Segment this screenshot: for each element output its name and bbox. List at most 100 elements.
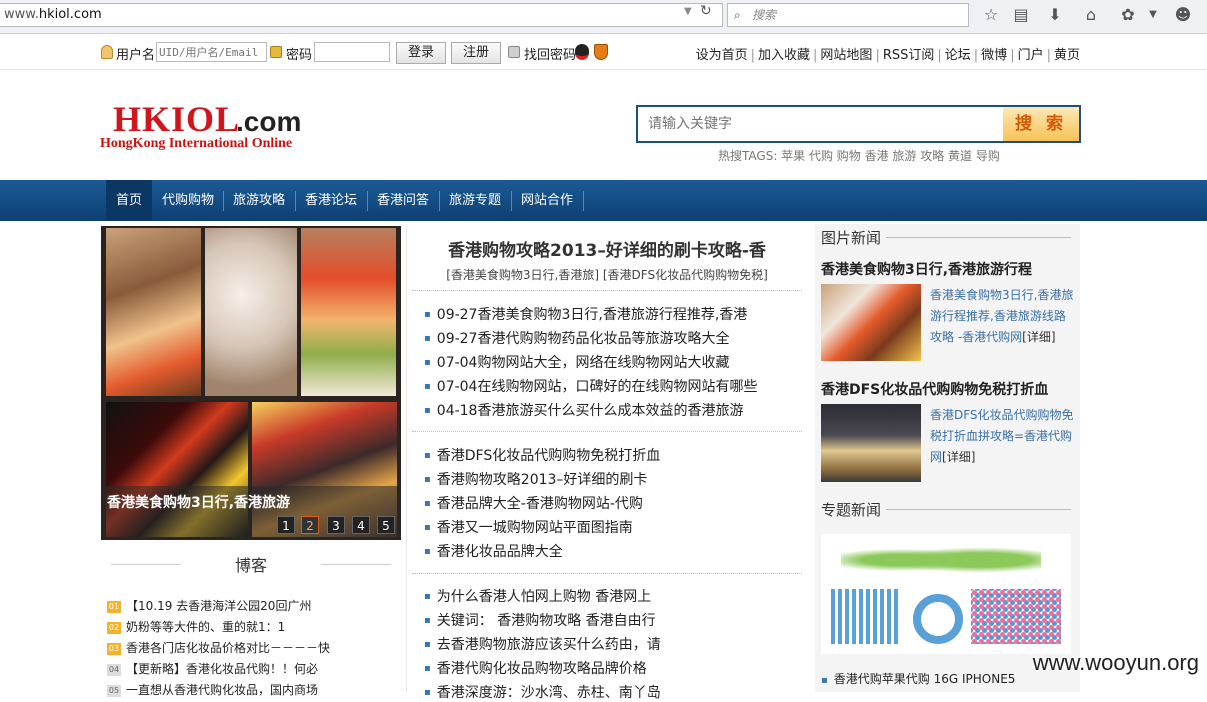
link-add-favorite[interactable]: 加入收藏 — [758, 48, 810, 63]
blog-item-text: 【更新略】香港化妆品代购！！何必 — [126, 662, 319, 676]
slide-page-2[interactable]: 2 — [301, 516, 319, 534]
headline-related-links[interactable]: [香港美食购物3日行,香港旅] [香港DFS化妆品代购购物免税] — [412, 266, 802, 283]
site-search: 搜 索 — [636, 105, 1081, 143]
blog-item[interactable]: 01 【10.19 去香港海洋公园20回广州 — [107, 597, 311, 614]
divider — [412, 290, 802, 291]
nav-item-cooperation[interactable]: 网站合作 — [515, 180, 579, 221]
blog-item-text: 奶粉等等大件的、重的就1：1 — [126, 620, 286, 634]
password-input[interactable] — [314, 42, 390, 62]
nav-divider — [223, 191, 224, 211]
blog-item[interactable]: 05 一直想从香港代购化妆品，国内商场 — [107, 681, 318, 698]
login-bar: 用户名 密码 登录 注册 找回密码 设为首页|加入收藏|网站地图|RSS订阅|论… — [0, 36, 1207, 70]
topic-news-item[interactable]: 香港代购苹果代购 16G IPHONE5 — [821, 670, 1016, 687]
topic-infographic[interactable] — [821, 534, 1071, 654]
link-portal[interactable]: 门户 — [1018, 48, 1044, 63]
chat-icon[interactable]: ☻ — [1173, 5, 1193, 25]
news-list-item[interactable]: 04-18香港旅游买什么买什么成本效益的香港旅游 — [424, 400, 744, 420]
slide-page-1[interactable]: 1 — [277, 516, 295, 534]
login-button[interactable]: 登录 — [396, 42, 446, 64]
link-set-homepage[interactable]: 设为首页 — [696, 48, 748, 63]
hot-tags[interactable]: 热搜TAGS: 苹果 代购 购物 香港 旅游 攻略 黄道 导购 — [718, 147, 1000, 164]
slide-page-4[interactable]: 4 — [352, 516, 370, 534]
nav-item-qa[interactable]: 香港问答 — [371, 180, 435, 221]
menu-dropdown-icon[interactable]: ▼ — [1143, 5, 1163, 25]
bookmark-star-icon[interactable]: ☆ — [981, 5, 1001, 25]
reload-icon[interactable]: ↻ — [700, 3, 712, 19]
browser-toolbar: www.hkiol.com ▼ ↻ ⌕ 搜索 ☆ ▤ ⬇ ⌂ ✿ ▼ ☻ — [0, 0, 1207, 34]
link-rss[interactable]: RSS订阅 — [883, 48, 935, 63]
photo-news-thumb-2[interactable] — [821, 404, 921, 482]
photo-news-summary-2[interactable]: 香港DFS化妆品代购购物免税打折血拼攻略=香港代购网[详细] — [930, 405, 1075, 468]
blog-rank-badge: 02 — [107, 622, 121, 634]
divider — [412, 573, 802, 574]
detail-link[interactable]: [详细] — [1022, 330, 1055, 344]
section-rule — [886, 237, 1071, 238]
news-list-item[interactable]: 去香港购物旅游应该买什么药由，请 — [424, 634, 661, 654]
addon-icon[interactable]: ✿ — [1118, 5, 1138, 25]
link-forum[interactable]: 论坛 — [945, 48, 971, 63]
source-watermark: www.wooyun.org — [1032, 650, 1199, 675]
news-list-item[interactable]: 09-27香港代购购物药品化妆品等旅游攻略大全 — [424, 328, 730, 348]
blog-rank-badge: 05 — [107, 685, 121, 697]
nav-item-home[interactable]: 首页 — [106, 180, 152, 221]
topic-news-title: 专题新闻 — [821, 501, 882, 519]
user-icon — [101, 45, 113, 59]
home-icon[interactable]: ⌂ — [1081, 5, 1101, 25]
blog-item[interactable]: 02 奶粉等等大件的、重的就1：1 — [107, 618, 285, 635]
blog-item-text: 【10.19 去香港海洋公园20回广州 — [126, 599, 312, 613]
link-sitemap[interactable]: 网站地图 — [820, 48, 872, 63]
url-history-dropdown-icon[interactable]: ▼ — [684, 6, 692, 17]
photo-dessert — [106, 228, 201, 396]
nav-divider — [439, 191, 440, 211]
site-search-button[interactable]: 搜 索 — [1003, 107, 1079, 141]
blog-rank-badge: 04 — [107, 664, 121, 676]
news-list-item[interactable]: 香港代购化妆品购物攻略品牌价格 — [424, 658, 647, 678]
logo-suffix: .com — [236, 106, 302, 137]
photo-news-thumb-1[interactable] — [821, 284, 921, 361]
qq-login-icon[interactable] — [575, 44, 589, 60]
recover-password-link[interactable]: 找回密码 — [524, 44, 576, 63]
blog-rank-badge: 03 — [107, 643, 121, 655]
news-list-item[interactable]: 07-04在线购物网站，口碑好的在线购物网站有哪些 — [424, 376, 758, 396]
site-search-input[interactable] — [638, 107, 1004, 141]
browser-search-input[interactable]: ⌕ 搜索 — [727, 3, 969, 27]
address-bar[interactable]: www.hkiol.com — [0, 3, 723, 27]
news-list-item[interactable]: 香港DFS化妆品代购购物免税打折血 — [424, 445, 660, 465]
news-list-item[interactable]: 关键词： 香港购物攻略 香港自由行 — [424, 610, 656, 630]
nav-item-proxy-shopping[interactable]: 代购购物 — [156, 180, 220, 221]
news-list-item[interactable]: 07-04购物网站大全，网络在线购物网站大收藏 — [424, 352, 730, 372]
news-list-item[interactable]: 香港品牌大全-香港购物网站-代购 — [424, 493, 643, 513]
link-yellow-pages[interactable]: 黄页 — [1054, 48, 1080, 63]
link-weibo[interactable]: 微博 — [981, 48, 1007, 63]
news-list-item[interactable]: 香港购物攻略2013–好详细的刷卡 — [424, 469, 648, 489]
logo-subtitle: HongKong International Online — [100, 136, 293, 151]
security-shield-icon[interactable] — [594, 44, 608, 60]
photo-news-headline-2[interactable]: 香港DFS化妆品代购购物免税打折血 — [821, 379, 1048, 399]
register-button[interactable]: 注册 — [451, 42, 501, 64]
blog-item[interactable]: 04 【更新略】香港化妆品代购！！何必 — [107, 660, 318, 677]
slide-page-5[interactable]: 5 — [377, 516, 395, 534]
nav-item-travel-guide[interactable]: 旅游攻略 — [227, 180, 291, 221]
news-list-item[interactable]: 香港深度游：沙水湾、赤柱、南丫岛 — [424, 682, 661, 702]
news-list-item[interactable]: 香港化妆品品牌大全 — [424, 541, 563, 561]
main-nav: 首页 代购购物 旅游攻略 香港论坛 香港问答 旅游专题 网站合作 — [0, 180, 1207, 221]
slide-page-3[interactable]: 3 — [327, 516, 345, 534]
headline-link[interactable]: 香港购物攻略2013–好详细的刷卡攻略-香 — [412, 236, 802, 261]
username-input[interactable] — [156, 42, 267, 62]
news-list-item[interactable]: 为什么香港人怕网上购物 香港网上 — [424, 586, 651, 606]
site-logo[interactable]: HKIOL .com HongKong International Online — [100, 98, 315, 158]
photo-news-summary-1[interactable]: 香港美食购物3日行,香港旅游行程推荐,香港旅游线路攻略 -香港代购网[详细] — [930, 285, 1075, 348]
download-icon[interactable]: ⬇ — [1045, 5, 1065, 25]
detail-link[interactable]: [详细] — [942, 450, 975, 464]
username-label: 用户名 — [116, 48, 156, 63]
news-list-item[interactable]: 香港又一城购物网站平面图指南 — [424, 517, 633, 537]
nav-item-travel-topics[interactable]: 旅游专题 — [443, 180, 507, 221]
slide-caption-text[interactable]: 香港美食购物3日行,香港旅游 — [107, 492, 290, 512]
blog-item[interactable]: 03 香港各门店化妆品价格对比－－－－快 — [107, 639, 330, 656]
reading-list-icon[interactable]: ▤ — [1011, 5, 1031, 25]
nav-item-forum[interactable]: 香港论坛 — [299, 180, 363, 221]
news-list-item[interactable]: 09-27香港美食购物3日行,香港旅游行程推荐,香港 — [424, 304, 748, 324]
blog-item-text: 香港各门店化妆品价格对比－－－－快 — [126, 641, 331, 655]
photo-news-headline-1[interactable]: 香港美食购物3日行,香港旅游行程 — [821, 259, 1032, 279]
lock-icon — [270, 46, 282, 58]
